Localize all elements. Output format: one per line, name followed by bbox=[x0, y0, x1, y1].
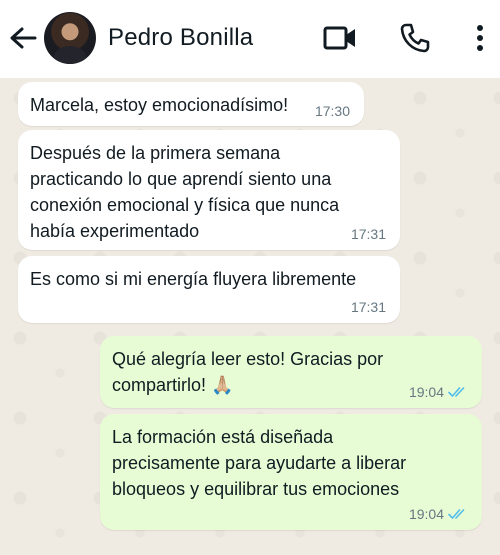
message-bubble-outgoing[interactable]: La formación está diseñada precisamente … bbox=[100, 414, 482, 530]
chat-header: Pedro Bonilla bbox=[0, 0, 500, 78]
message-time: 17:30 bbox=[314, 103, 350, 119]
message-time: 17:31 bbox=[350, 299, 386, 315]
more-options-icon[interactable] bbox=[468, 22, 492, 54]
video-call-icon[interactable] bbox=[322, 22, 358, 54]
message-bubble-incoming[interactable]: Marcela, estoy emocionadísimo! 17:30 bbox=[18, 82, 364, 126]
message-time: 17:31 bbox=[350, 226, 386, 242]
contact-avatar[interactable] bbox=[44, 12, 96, 64]
phone-call-icon[interactable] bbox=[398, 22, 432, 54]
contact-name[interactable]: Pedro Bonilla bbox=[108, 24, 253, 52]
message-text: Qué alegría leer esto! Gracias por compa… bbox=[112, 349, 384, 395]
message-text: Después de la primera semana practicando… bbox=[30, 143, 340, 241]
message-time: 19:04 bbox=[409, 506, 468, 522]
message-text: Marcela, estoy emocionadísimo! bbox=[30, 95, 289, 115]
message-list[interactable]: Marcela, estoy emocionadísimo! 17:30 Des… bbox=[0, 78, 500, 555]
double-check-read-icon bbox=[448, 509, 465, 519]
message-bubble-outgoing[interactable]: Qué alegría leer esto! Gracias por compa… bbox=[100, 336, 482, 408]
message-time: 19:04 bbox=[409, 384, 468, 400]
back-arrow-icon[interactable] bbox=[8, 22, 38, 54]
message-text: La formación está diseñada precisamente … bbox=[112, 427, 407, 499]
double-check-read-icon bbox=[448, 387, 465, 397]
message-bubble-incoming[interactable]: Después de la primera semana practicando… bbox=[18, 130, 400, 250]
message-bubble-incoming[interactable]: Es como si mi energía fluyera libremente… bbox=[18, 256, 400, 323]
message-text: Es como si mi energía fluyera libremente bbox=[30, 269, 357, 289]
